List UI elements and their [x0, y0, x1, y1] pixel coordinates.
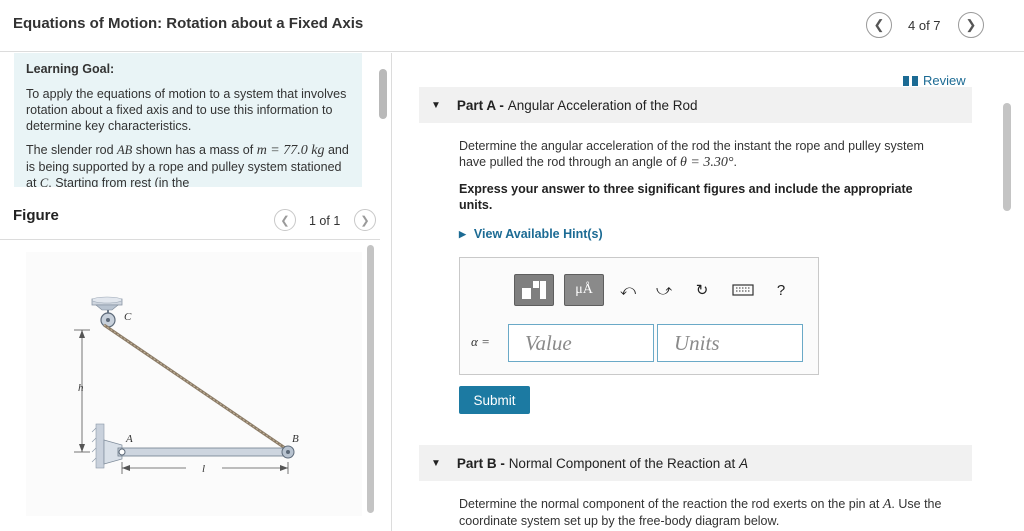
prev-figure-button[interactable]: ❮: [274, 209, 296, 231]
rod-pulley-diagram: h A C B l: [74, 296, 299, 475]
book-icon: [903, 75, 918, 86]
page-title: Equations of Motion: Rotation about a Fi…: [13, 15, 364, 32]
keyboard-icon: [732, 284, 754, 296]
figure-scrollbar[interactable]: [367, 245, 374, 513]
problem-statement: The slender rod AB shown has a mass of m…: [26, 143, 349, 187]
collapse-icon: ▼: [431, 457, 441, 469]
part-b-header[interactable]: ▼ Part B - Normal Component of the React…: [419, 445, 972, 481]
prev-problem-button[interactable]: ❮: [866, 12, 892, 38]
learning-goal-title: Learning Goal:: [26, 62, 115, 76]
units-input[interactable]: Units: [657, 324, 803, 362]
part-a-instructions: Express your answer to three significant…: [459, 182, 913, 212]
undo-icon: ⤺: [619, 281, 637, 299]
review-link[interactable]: Review: [903, 73, 966, 88]
next-figure-button[interactable]: ❯: [354, 209, 376, 231]
variable-label: α =: [471, 334, 490, 349]
part-b-prefix: Part B -: [456, 455, 505, 471]
part-a-question: Determine the angular acceleration of th…: [459, 139, 924, 170]
part-b-question: Determine the normal component of the re…: [459, 497, 942, 528]
view-hints-link[interactable]: ▶ View Available Hint(s): [459, 227, 603, 241]
label-l: l: [202, 463, 205, 475]
chevron-right-icon: ❯: [965, 17, 977, 32]
collapse-icon: ▼: [431, 99, 441, 111]
part-a-title: Angular Acceleration of the Rod: [507, 97, 698, 113]
keyboard-button[interactable]: [730, 274, 756, 306]
undo-button[interactable]: ⤺: [615, 274, 641, 306]
answer-box: μÅ ⤺ ⤻ ↻ ? α = Value Units: [459, 257, 819, 375]
value-input[interactable]: Value: [508, 324, 654, 362]
chevron-right-icon: ❯: [360, 214, 370, 227]
review-label: Review: [923, 73, 966, 88]
part-b-title: Normal Component of the Reaction at A: [508, 455, 749, 471]
figure-title: Figure: [13, 207, 59, 224]
chevron-left-icon: ❮: [873, 17, 885, 32]
templates-button[interactable]: [514, 274, 554, 306]
label-a: A: [125, 433, 133, 445]
label-c: C: [124, 311, 132, 323]
units-button[interactable]: μÅ: [564, 274, 604, 306]
hint-label: View Available Hint(s): [473, 227, 603, 241]
label-h: h: [78, 382, 84, 394]
redo-icon: ⤻: [655, 281, 673, 299]
templates-icon: [522, 281, 546, 299]
reset-button[interactable]: ↻: [689, 274, 715, 306]
redo-button[interactable]: ⤻: [651, 274, 677, 306]
part-a-prefix: Part A -: [456, 97, 504, 113]
main-scrollbar[interactable]: [1003, 103, 1011, 211]
learning-goal-text: To apply the equations of motion to a sy…: [26, 87, 347, 133]
submit-button[interactable]: Submit: [459, 386, 530, 414]
next-problem-button[interactable]: ❯: [958, 12, 984, 38]
help-button[interactable]: ?: [768, 274, 794, 306]
figure-header: Figure ❮ 1 of 1 ❯: [0, 200, 380, 240]
figure-counter: 1 of 1: [309, 214, 341, 228]
label-b: B: [292, 433, 299, 445]
goal-scrollbar[interactable]: [379, 69, 387, 119]
chevron-left-icon: ❮: [280, 214, 290, 227]
reset-icon: ↻: [695, 282, 709, 299]
figure-image: h A C B l: [26, 252, 362, 516]
problem-counter: 4 of 7: [908, 18, 941, 33]
learning-goal-panel: Learning Goal: To apply the equations of…: [14, 53, 362, 187]
header-bar: Equations of Motion: Rotation about a Fi…: [0, 0, 1024, 52]
theta-value: θ = 3.30°: [680, 155, 734, 170]
expand-icon: ▶: [459, 228, 466, 239]
column-divider: [391, 53, 392, 531]
part-a-header[interactable]: ▼ Part A - Angular Acceleration of the R…: [419, 87, 972, 123]
